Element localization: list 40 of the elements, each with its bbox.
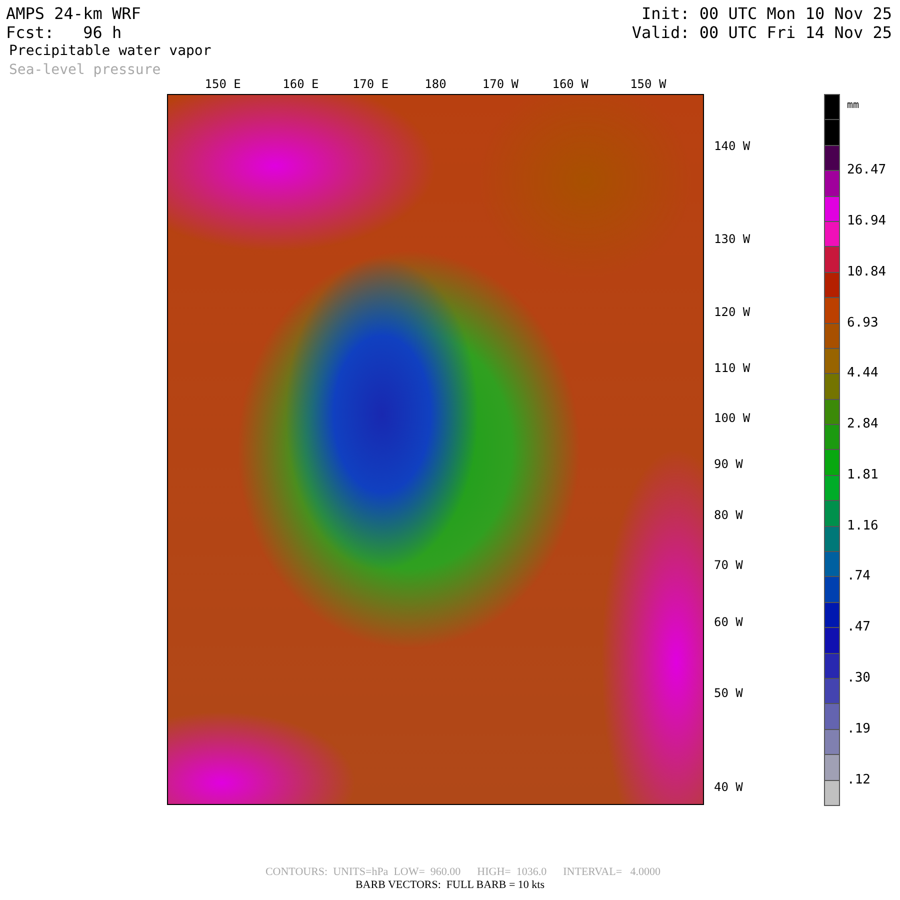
scale-label: 1.81 — [847, 467, 878, 482]
scale-label: .19 — [847, 721, 870, 736]
longitude-label: 110 W — [714, 361, 750, 376]
longitude-label: 100 W — [714, 411, 750, 426]
scale-label: .12 — [847, 772, 870, 788]
valid-time: Valid: 00 UTC Fri 14 Nov 25 — [632, 23, 892, 42]
longitude-label: 50 W — [714, 686, 743, 700]
scale-label: .30 — [847, 670, 870, 686]
init-time: Init: 00 UTC Mon 10 Nov 25 — [642, 4, 892, 23]
forecast-hour: Fcst: 96 h — [6, 23, 122, 42]
scale-label: 1.16 — [847, 518, 878, 534]
scale-label: 4.44 — [847, 366, 878, 381]
longitude-label: 40 W — [714, 780, 743, 794]
longitude-label: 140 W — [714, 138, 750, 153]
longitude-label: 80 W — [714, 508, 743, 522]
longitude-label: 60 W — [714, 614, 743, 629]
scale-label: 6.93 — [847, 315, 878, 330]
scale-label: .47 — [847, 620, 870, 635]
longitude-label: 160 W — [552, 77, 588, 91]
longitude-label: 130 W — [714, 232, 750, 246]
contour-info: CONTOURS: UNITS=hPa LOW= 960.00 HIGH= 1036.0 INTERVAL= 4.0000 — [265, 866, 661, 879]
model-title: AMPS 24-km WRF — [6, 4, 141, 23]
longitude-label: 70 W — [714, 558, 743, 572]
longitude-label: 150 E — [204, 77, 241, 91]
longitude-label: 90 W — [714, 457, 743, 472]
field-title: Precipitable water vapor — [8, 42, 212, 61]
barb-info: BARB VECTORS: FULL BARB = 10 kts — [355, 878, 545, 892]
longitude-label: 180 — [424, 77, 446, 91]
longitude-label: 160 E — [282, 77, 319, 91]
longitude-label: 150 W — [630, 77, 666, 91]
scale-label: 10.84 — [847, 264, 886, 280]
scale-label: 26.47 — [847, 162, 886, 178]
scale-label: 2.84 — [847, 416, 878, 432]
scale-label: .74 — [847, 568, 870, 584]
overlay-title: Sea-level pressure — [8, 61, 161, 80]
longitude-label: 120 W — [714, 304, 750, 319]
scale-label: 16.94 — [847, 213, 886, 228]
units-label: mm — [847, 100, 860, 111]
longitude-label: 170 E — [352, 77, 389, 91]
longitude-label: 170 W — [482, 77, 519, 91]
